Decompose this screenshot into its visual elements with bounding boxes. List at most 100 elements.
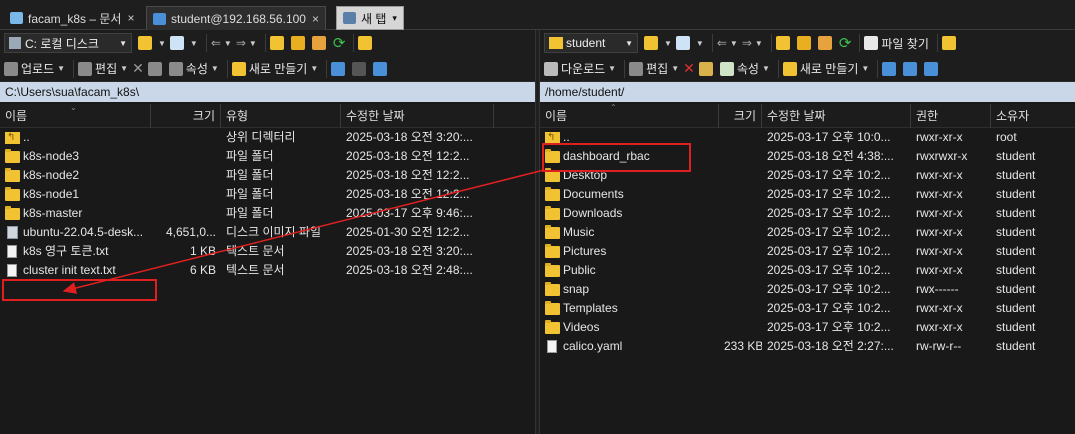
back-button[interactable]: ⇐ ▼ — [717, 33, 738, 53]
file-name: snap — [563, 282, 590, 296]
edit-button[interactable]: 편집 ▼ — [78, 59, 128, 79]
file-row[interactable]: Videos 2025-03-17 오후 10:2... rwxr-xr-x stud… — [540, 318, 1075, 337]
cell-size — [151, 147, 221, 166]
tab-new[interactable]: 새 탭 ▾ — [336, 6, 404, 30]
cell-size — [719, 280, 762, 299]
delete-button[interactable]: ✕ — [683, 59, 695, 79]
new-button[interactable]: 새로 만들기 ▼ — [782, 59, 869, 79]
forward-button[interactable]: ⇒ ▼ — [742, 33, 763, 53]
file-row[interactable]: ubuntu-22.04.5-desk... 4,651,0... 디스크 이미지 … — [0, 223, 535, 242]
cell-perm: rwxr-xr-x — [916, 263, 963, 277]
file-row[interactable]: k8s-node1 파일 폴더 2025-03-18 오전 12:2... — [0, 185, 535, 204]
upload-button[interactable]: 업로드 ▼ — [4, 59, 65, 79]
file-row[interactable]: k8s-node2 파일 폴더 2025-03-18 오전 12:2... — [0, 166, 535, 185]
root-dir-button[interactable] — [290, 33, 308, 53]
open-folder-button[interactable]: ▼ — [138, 33, 166, 53]
local-toolbar-actions: 업로드 ▼ 편집 ▼ ✕ 속성 ▼ 새로 만들기 ▼ — [0, 56, 535, 82]
back-button[interactable]: ⇐ ▼ — [211, 33, 232, 53]
select-remove-button[interactable] — [903, 59, 920, 79]
file-row[interactable]: k8s-node3 파일 폴더 2025-03-18 오전 12:2... — [0, 147, 535, 166]
select-remove-button[interactable] — [352, 59, 369, 79]
cell-date: 2025-03-17 오후 9:46:... — [346, 206, 473, 220]
cell-date: 2025-03-18 오전 2:48:... — [346, 263, 473, 277]
file-row[interactable]: Documents 2025-03-17 오후 10:2... rwxr-xr-x s… — [540, 185, 1075, 204]
drive-selector[interactable]: C: 로컬 디스크 ▼ — [4, 33, 132, 53]
file-row[interactable]: k8s-master 파일 폴더 2025-03-17 오후 9:46:... — [0, 204, 535, 223]
column-name[interactable]: ⌄ 이름 — [0, 104, 151, 128]
file-row[interactable]: Pictures 2025-03-17 오후 10:2... rwxr-xr-x st… — [540, 242, 1075, 261]
remote-dir-selector[interactable]: student ▼ — [544, 33, 638, 53]
column-modified[interactable]: 수정한 날짜 — [762, 104, 911, 128]
separator — [877, 59, 879, 78]
file-row[interactable]: k8s 영구 토큰.txt 1 KB 텍스트 문서 2025-03-18 오전 3:2… — [0, 242, 535, 261]
file-name: calico.yaml — [563, 339, 623, 353]
chevron-down-icon: ▼ — [223, 38, 232, 48]
cell-size: 6 KB — [189, 263, 216, 277]
select-add-button[interactable] — [331, 59, 348, 79]
properties-button[interactable]: 속성 ▼ — [168, 59, 219, 79]
file-row[interactable]: Public 2025-03-17 오후 10:2... rwxr-xr-x stud… — [540, 261, 1075, 280]
new-button[interactable]: 새로 만들기 ▼ — [231, 59, 318, 79]
highlight-box-target — [2, 279, 157, 301]
filter-button[interactable]: ▼ — [169, 33, 198, 53]
column-size[interactable]: 크기 — [719, 104, 762, 128]
file-row[interactable]: snap 2025-03-17 오후 10:2... rwx------ studen… — [540, 280, 1075, 299]
open-folder-button[interactable]: ▼ — [644, 33, 672, 53]
tree-view-button[interactable] — [358, 33, 375, 53]
tab-local-documents[interactable]: facam_k8s – 문서 × — [4, 6, 140, 30]
select-filter-button[interactable] — [924, 59, 941, 79]
file-row[interactable]: cluster init text.txt 6 KB 텍스트 문서 2025-03-1… — [0, 261, 535, 280]
select-filter-button[interactable] — [373, 59, 390, 79]
remote-path-bar[interactable]: /home/student/ — [540, 82, 1075, 102]
folder-icon — [545, 281, 560, 296]
column-owner[interactable]: 소유자 — [991, 104, 1075, 128]
disk-image-icon — [7, 226, 18, 239]
column-name[interactable]: ⌃ 이름 — [540, 104, 719, 128]
properties-label: 속성 — [185, 62, 208, 76]
column-size[interactable]: 크기 — [151, 104, 221, 128]
forward-button[interactable]: ⇒ ▼ — [236, 33, 257, 53]
file-row[interactable]: .. 상위 디렉터리 2025-03-18 오전 3:20:... — [0, 128, 535, 147]
properties-button[interactable]: 속성 ▼ — [719, 59, 770, 79]
column-type[interactable]: 유형 — [221, 104, 341, 128]
plus-icon — [882, 61, 897, 76]
filter-button[interactable]: ▼ — [675, 33, 704, 53]
select-add-button[interactable] — [882, 59, 899, 79]
chevron-down-icon: ▼ — [761, 64, 770, 73]
cell-size — [151, 128, 221, 147]
cell-date: 2025-03-18 오전 3:20:... — [346, 244, 473, 258]
cell-type: 파일 폴더 — [226, 168, 274, 182]
file-row[interactable]: Templates 2025-03-17 오후 10:2... rwxr-xr-x s… — [540, 299, 1075, 318]
home-button[interactable] — [311, 33, 329, 53]
refresh-button[interactable]: ⟳ — [333, 33, 346, 53]
close-icon[interactable]: × — [312, 12, 319, 26]
cell-name: Downloads — [540, 204, 719, 223]
delete-button[interactable]: ✕ — [132, 59, 144, 79]
column-permissions[interactable]: 권한 — [911, 104, 991, 128]
local-path-bar[interactable]: C:\Users\sua\facam_k8s\ — [0, 82, 535, 102]
column-modified[interactable]: 수정한 날짜 — [341, 104, 494, 128]
chevron-down-icon[interactable]: ▾ — [392, 13, 397, 24]
root-dir-button[interactable] — [796, 33, 814, 53]
download-button[interactable]: 다운로드 ▼ — [544, 59, 616, 79]
close-icon[interactable]: × — [127, 11, 134, 25]
tab-ssh-session[interactable]: student@192.168.56.100 × — [146, 6, 326, 30]
find-files-button[interactable]: 파일 찾기 — [864, 33, 929, 53]
cell-date: 2025-03-17 오후 10:2... — [767, 168, 891, 182]
edit-button[interactable]: 편집 ▼ — [629, 59, 679, 79]
parent-dir-button[interactable] — [269, 33, 287, 53]
home-button[interactable] — [817, 33, 835, 53]
file-row[interactable]: Downloads 2025-03-17 오후 10:2... rwxr-xr-x s… — [540, 204, 1075, 223]
parent-dir-button[interactable] — [775, 33, 793, 53]
file-row[interactable]: Music 2025-03-17 오후 10:2... rwxr-xr-x stude… — [540, 223, 1075, 242]
folder-icon — [549, 37, 563, 49]
cell-size — [719, 204, 762, 223]
rename-button[interactable] — [698, 59, 716, 79]
refresh-button[interactable]: ⟳ — [839, 33, 852, 53]
cell-size — [719, 242, 762, 261]
rename-button[interactable] — [147, 59, 165, 79]
tree-view-button[interactable] — [941, 33, 959, 53]
file-icon — [7, 245, 17, 258]
file-row[interactable]: calico.yaml 233 KB 2025-03-18 오전 2:27:... r… — [540, 337, 1075, 356]
monitor-icon — [153, 12, 166, 25]
